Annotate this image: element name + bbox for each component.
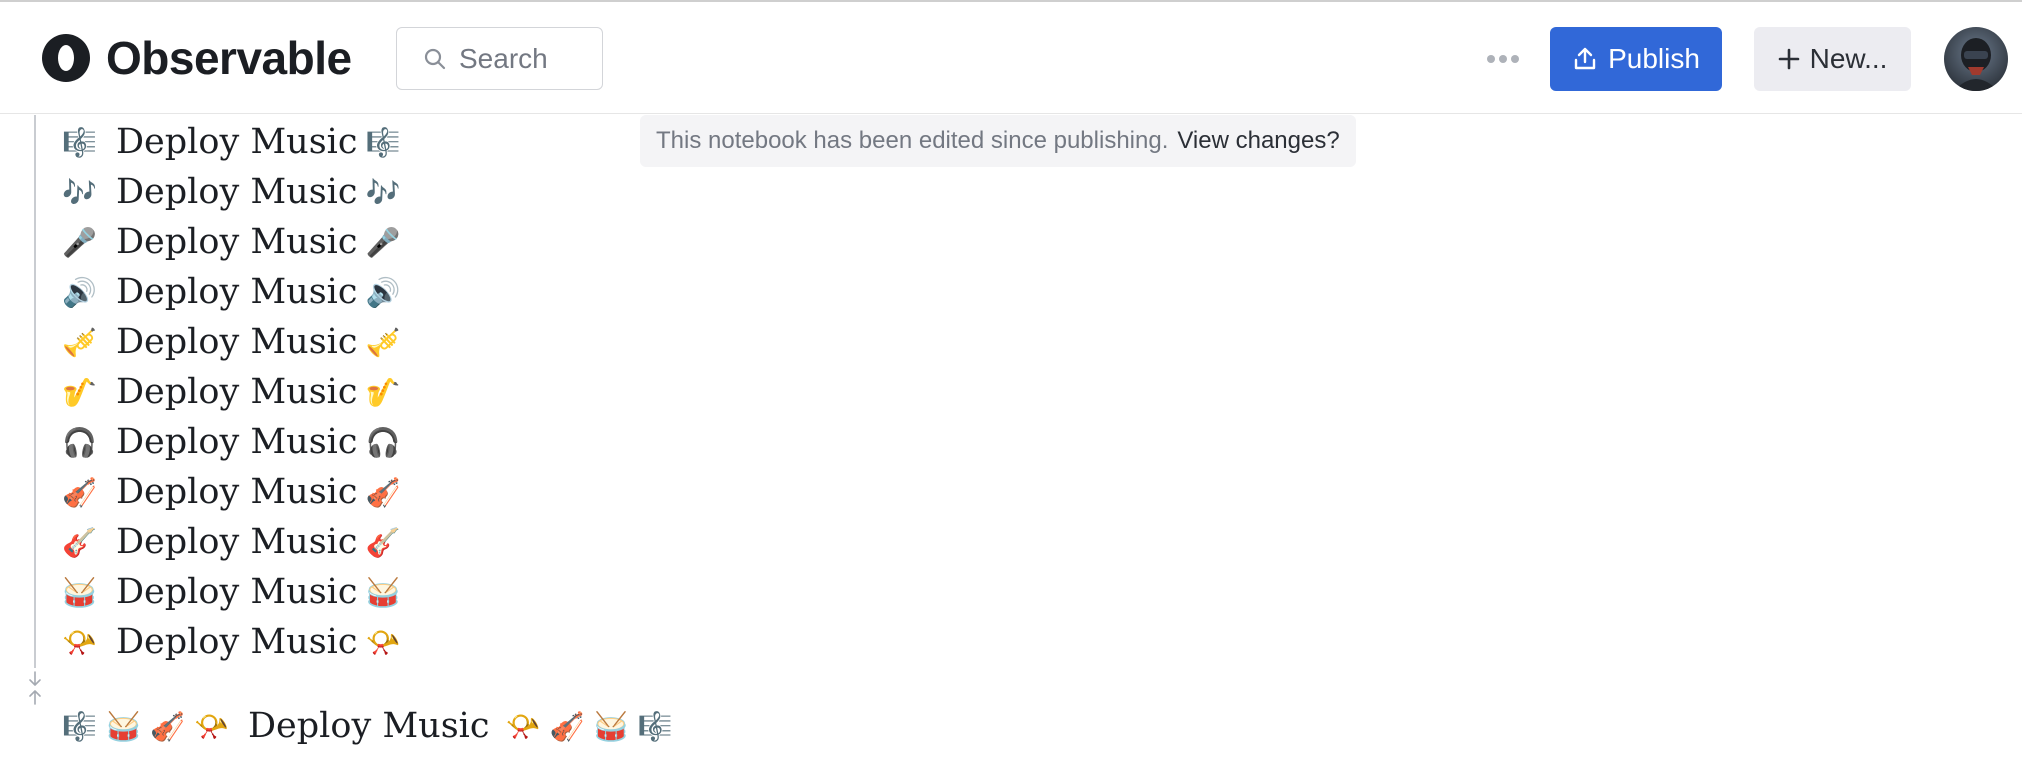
music-score-icon: 🎼 — [365, 125, 401, 159]
list-item: 🥁 Deploy Music 🥁 — [62, 567, 401, 617]
drum-icon: 🥁 — [62, 575, 97, 609]
drum-icon: 🥁 — [106, 709, 141, 743]
drum-icon: 🥁 — [593, 709, 629, 743]
cell-resize-handle-icon[interactable] — [27, 670, 43, 706]
search-input[interactable]: Search — [396, 27, 603, 90]
list-item: 🎷 Deploy Music 🎷 — [62, 367, 401, 417]
item-text: Deploy Music — [116, 472, 358, 512]
list-item: 🎺 Deploy Music 🎺 — [62, 317, 401, 367]
guitar-icon: 🎸 — [365, 525, 401, 559]
edited-notice-banner: This notebook has been edited since publ… — [640, 115, 1356, 167]
guitar-icon: 🎸 — [62, 525, 97, 559]
item-text: Deploy Music — [116, 422, 358, 462]
speaker-icon: 🔊 — [365, 275, 401, 309]
microphone-icon: 🎤 — [62, 225, 97, 259]
user-avatar[interactable] — [1944, 27, 2008, 91]
edited-notice-text: This notebook has been edited since publ… — [656, 127, 1169, 154]
trumpet-icon: 🎺 — [62, 325, 97, 359]
plus-icon — [1778, 48, 1799, 70]
item-text: Deploy Music — [116, 372, 358, 412]
drum-icon: 🥁 — [365, 575, 401, 609]
music-score-icon: 🎼 — [62, 125, 97, 159]
trumpet-icon: 🎺 — [365, 325, 401, 359]
cell-gutter-bar[interactable] — [34, 115, 36, 668]
list-item: 🎼 Deploy Music 🎼 — [62, 117, 401, 167]
upload-icon — [1574, 47, 1596, 70]
item-text: Deploy Music — [116, 222, 358, 262]
top-header: Observable Search Publish New... — [0, 2, 2022, 114]
violin-icon: 🎻 — [549, 709, 585, 743]
observable-logo[interactable]: Observable — [40, 31, 352, 85]
search-placeholder: Search — [459, 42, 548, 74]
list-item: 🎻 Deploy Music 🎻 — [62, 467, 401, 517]
more-horizontal-icon — [1487, 55, 1519, 63]
headphones-icon: 🎧 — [62, 425, 97, 459]
music-score-icon: 🎼 — [62, 709, 97, 743]
item-text: Deploy Music — [116, 172, 358, 212]
new-label: New... — [1809, 43, 1888, 74]
publish-label: Publish — [1608, 43, 1700, 74]
new-notebook-button[interactable]: New... — [1754, 27, 1911, 91]
item-text: Deploy Music — [116, 272, 358, 312]
combined-output-line: 🎼 🥁 🎻 📯 Deploy Music 📯 🎻 🥁 🎼 — [62, 699, 681, 753]
violin-icon: 🎻 — [150, 709, 185, 743]
postal-horn-icon: 📯 — [365, 625, 401, 659]
list-item: 📯 Deploy Music 📯 — [62, 617, 401, 667]
combined-text: Deploy Music — [248, 706, 490, 746]
microphone-icon: 🎤 — [365, 225, 401, 259]
avatar-image — [1944, 27, 2008, 91]
postal-horn-icon: 📯 — [505, 709, 541, 743]
more-options-button[interactable] — [1484, 40, 1522, 78]
list-item: 🔊 Deploy Music 🔊 — [62, 267, 401, 317]
speaker-icon: 🔊 — [62, 275, 97, 309]
music-score-icon: 🎼 — [637, 709, 673, 743]
violin-icon: 🎻 — [62, 475, 97, 509]
headphones-icon: 🎧 — [365, 425, 401, 459]
item-text: Deploy Music — [116, 522, 358, 562]
view-changes-link[interactable]: View changes? — [1177, 127, 1339, 155]
item-text: Deploy Music — [116, 622, 358, 662]
music-output-list: 🎼 Deploy Music 🎼 🎶 Deploy Music 🎶 🎤 Depl… — [62, 117, 401, 667]
list-item: 🎤 Deploy Music 🎤 — [62, 217, 401, 267]
list-item: 🎸 Deploy Music 🎸 — [62, 517, 401, 567]
postal-horn-icon: 📯 — [62, 625, 97, 659]
violin-icon: 🎻 — [365, 475, 401, 509]
postal-horn-icon: 📯 — [194, 709, 229, 743]
music-notes-icon: 🎶 — [365, 175, 401, 209]
logo-text: Observable — [106, 32, 352, 84]
search-icon — [424, 48, 446, 69]
observable-logo-icon — [42, 34, 90, 82]
saxophone-icon: 🎷 — [365, 375, 401, 409]
publish-button[interactable]: Publish — [1550, 27, 1722, 91]
list-item: 🎧 Deploy Music 🎧 — [62, 417, 401, 467]
item-text: Deploy Music — [116, 572, 358, 612]
item-text: Deploy Music — [116, 322, 358, 362]
list-item: 🎶 Deploy Music 🎶 — [62, 167, 401, 217]
music-notes-icon: 🎶 — [62, 175, 97, 209]
item-text: Deploy Music — [116, 122, 358, 162]
saxophone-icon: 🎷 — [62, 375, 97, 409]
